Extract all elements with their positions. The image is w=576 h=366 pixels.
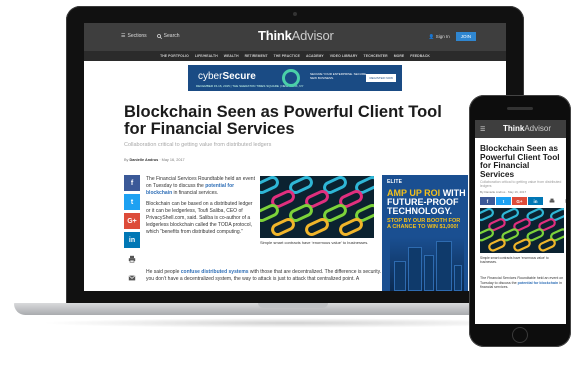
nav-item[interactable]: WEALTH <box>224 54 239 58</box>
signin-link[interactable]: 👤 Sign In <box>429 34 450 40</box>
print-icon <box>128 255 136 263</box>
signin-label: Sign In <box>435 33 450 39</box>
article-date: May 16, 2017 <box>161 158 185 162</box>
p1-text: The Financial Services Roundtable held a… <box>146 176 255 189</box>
nav-item-more[interactable]: MORE <box>394 54 405 58</box>
side-ad-tag: ELITE <box>387 179 403 185</box>
email-button[interactable] <box>124 270 140 286</box>
ad-brand-a: cyber <box>198 71 223 82</box>
phone-linkedin-button[interactable]: in <box>528 197 543 205</box>
nav-item[interactable]: RETIREMENT <box>245 54 268 58</box>
article-byline: By Danielle Andrus · May 16, 2017 <box>124 158 185 162</box>
ad-copy: SECURE YOUR ENTERPRISE. SECURE NEW BUSIN… <box>310 72 367 81</box>
nav-item[interactable]: THE PORTFOLIO <box>160 54 189 58</box>
phone-home-button[interactable] <box>512 327 528 343</box>
distributed-systems-link[interactable]: confuse distributed systems <box>181 269 249 275</box>
paragraph: Blockchain can be based on a distributed… <box>146 201 253 235</box>
laptop-screen: ☰ Sections Search ThinkAdvisor 👤 Sign In… <box>84 23 506 291</box>
join-button[interactable]: JOIN <box>455 32 476 41</box>
article-body-column: The Financial Services Roundtable held a… <box>146 176 256 240</box>
article-title: Blockchain Seen as Powerful Client Tool … <box>124 103 442 138</box>
hamburger-icon: ☰ <box>121 33 126 39</box>
side-ad-subhead: STOP BY OUR BOOTH FOR A CHANCE TO WIN $1… <box>387 218 461 230</box>
sidebar-ad[interactable]: ELITE AMP UP ROI WITH FUTURE-PROOF TECHN… <box>382 175 468 291</box>
article-body-wide: He said people confuse distributed syste… <box>146 269 396 283</box>
email-icon <box>128 275 136 281</box>
ad-brand: cyberSecure <box>198 71 256 82</box>
site-logo[interactable]: ThinkAdvisor <box>258 28 334 43</box>
chain-illustration <box>260 176 374 238</box>
phone-googleplus-button[interactable]: G+ <box>512 197 527 205</box>
sections-menu-button[interactable]: ☰ Sections <box>121 33 147 39</box>
phone-speaker <box>507 107 533 110</box>
laptop-camera <box>293 12 297 16</box>
article-subtitle: Collaboration critical to getting value … <box>124 142 272 148</box>
logo-bold: Think <box>258 28 292 43</box>
phone-print-icon <box>549 198 554 203</box>
nav-item[interactable]: LIFE/HEALTH <box>195 54 218 58</box>
side-ad-headline: AMP UP ROI WITH FUTURE-PROOF TECHNOLOGY. <box>387 189 467 216</box>
facebook-share-button[interactable]: f <box>124 175 140 191</box>
p1-tail: in financial services. <box>172 190 219 196</box>
phone-hamburger-icon[interactable]: ☰ <box>480 126 485 133</box>
phone-email-icon <box>565 199 566 203</box>
print-button[interactable] <box>124 251 140 267</box>
phone-chain-illustration <box>480 208 564 253</box>
phone-potential-link[interactable]: potential for blockchain <box>518 281 559 285</box>
phone-print-button[interactable] <box>544 197 559 205</box>
googleplus-share-button[interactable]: G+ <box>124 213 140 229</box>
social-share-bar: f t G+ in <box>124 175 140 289</box>
phone-article-body: The Financial Services Roundtable held a… <box>480 276 564 290</box>
phone-image-caption: Simple smart contracts have ‘enormous va… <box>480 256 549 264</box>
banner-ad[interactable]: cyberSecure DECEMBER 15-16, 2015 | THE S… <box>188 65 402 91</box>
site-header: ☰ Sections Search ThinkAdvisor 👤 Sign In… <box>84 23 506 51</box>
phone-logo-light: Advisor <box>524 124 552 133</box>
phone-social-bar: f t G+ in <box>480 197 566 205</box>
laptop-shadow <box>40 318 540 328</box>
logo-light: Advisor <box>291 28 334 43</box>
phone-header: ☰ ThinkAdvisor <box>475 120 566 138</box>
device-mockup: ☰ Sections Search ThinkAdvisor 👤 Sign In… <box>0 0 576 366</box>
phone-article-image[interactable] <box>480 208 564 253</box>
p3-text: He said people <box>146 269 181 275</box>
phone-article-title: Blockchain Seen as Powerful Client Tool … <box>480 143 560 179</box>
linkedin-share-button[interactable]: in <box>124 232 140 248</box>
search-button[interactable]: Search <box>156 33 180 39</box>
nav-item[interactable]: VIDEO LIBRARY <box>330 54 358 58</box>
nav-item[interactable]: FEEDBACK <box>410 54 430 58</box>
laptop-notch <box>258 303 328 308</box>
phone-screen: ☰ ThinkAdvisor Blockchain Seen as Powerf… <box>475 120 566 324</box>
twitter-share-button[interactable]: t <box>124 194 140 210</box>
ad-knot-icon <box>282 69 300 87</box>
article-image[interactable] <box>260 176 374 238</box>
paragraph: The Financial Services Roundtable held a… <box>146 176 256 197</box>
phone-logo-bold: Think <box>503 124 525 133</box>
nav-item[interactable]: TECHCENTER <box>364 54 388 58</box>
nav-item[interactable]: THE PRACTICE <box>274 54 300 58</box>
phone-byline: By Danielle Andrus · May 16, 2017 <box>480 190 527 194</box>
byline-prefix: By <box>124 158 129 162</box>
ad-brand-b: Secure <box>222 71 256 82</box>
phone-facebook-button[interactable]: f <box>480 197 495 205</box>
phone-email-button[interactable] <box>560 197 566 205</box>
phone-article-subtitle: Collaboration critical to getting value … <box>480 180 562 188</box>
sections-label: Sections <box>127 33 147 39</box>
phone-logo[interactable]: ThinkAdvisor <box>503 124 551 133</box>
author-link[interactable]: Danielle Andrus <box>130 158 159 162</box>
phone-twitter-button[interactable]: t <box>496 197 511 205</box>
side-ad-skyline-graphic <box>390 237 464 291</box>
user-icon: 👤 <box>428 33 435 39</box>
nav-item[interactable]: ACADEMY <box>306 54 324 58</box>
search-label: Search <box>163 33 180 39</box>
search-icon <box>156 33 162 39</box>
image-caption: Simple smart contracts have ‘enormous va… <box>260 240 369 245</box>
main-nav: THE PORTFOLIO LIFE/HEALTH WEALTH RETIREM… <box>84 51 506 61</box>
ad-cta-button[interactable]: REGISTER NOW <box>366 74 396 82</box>
